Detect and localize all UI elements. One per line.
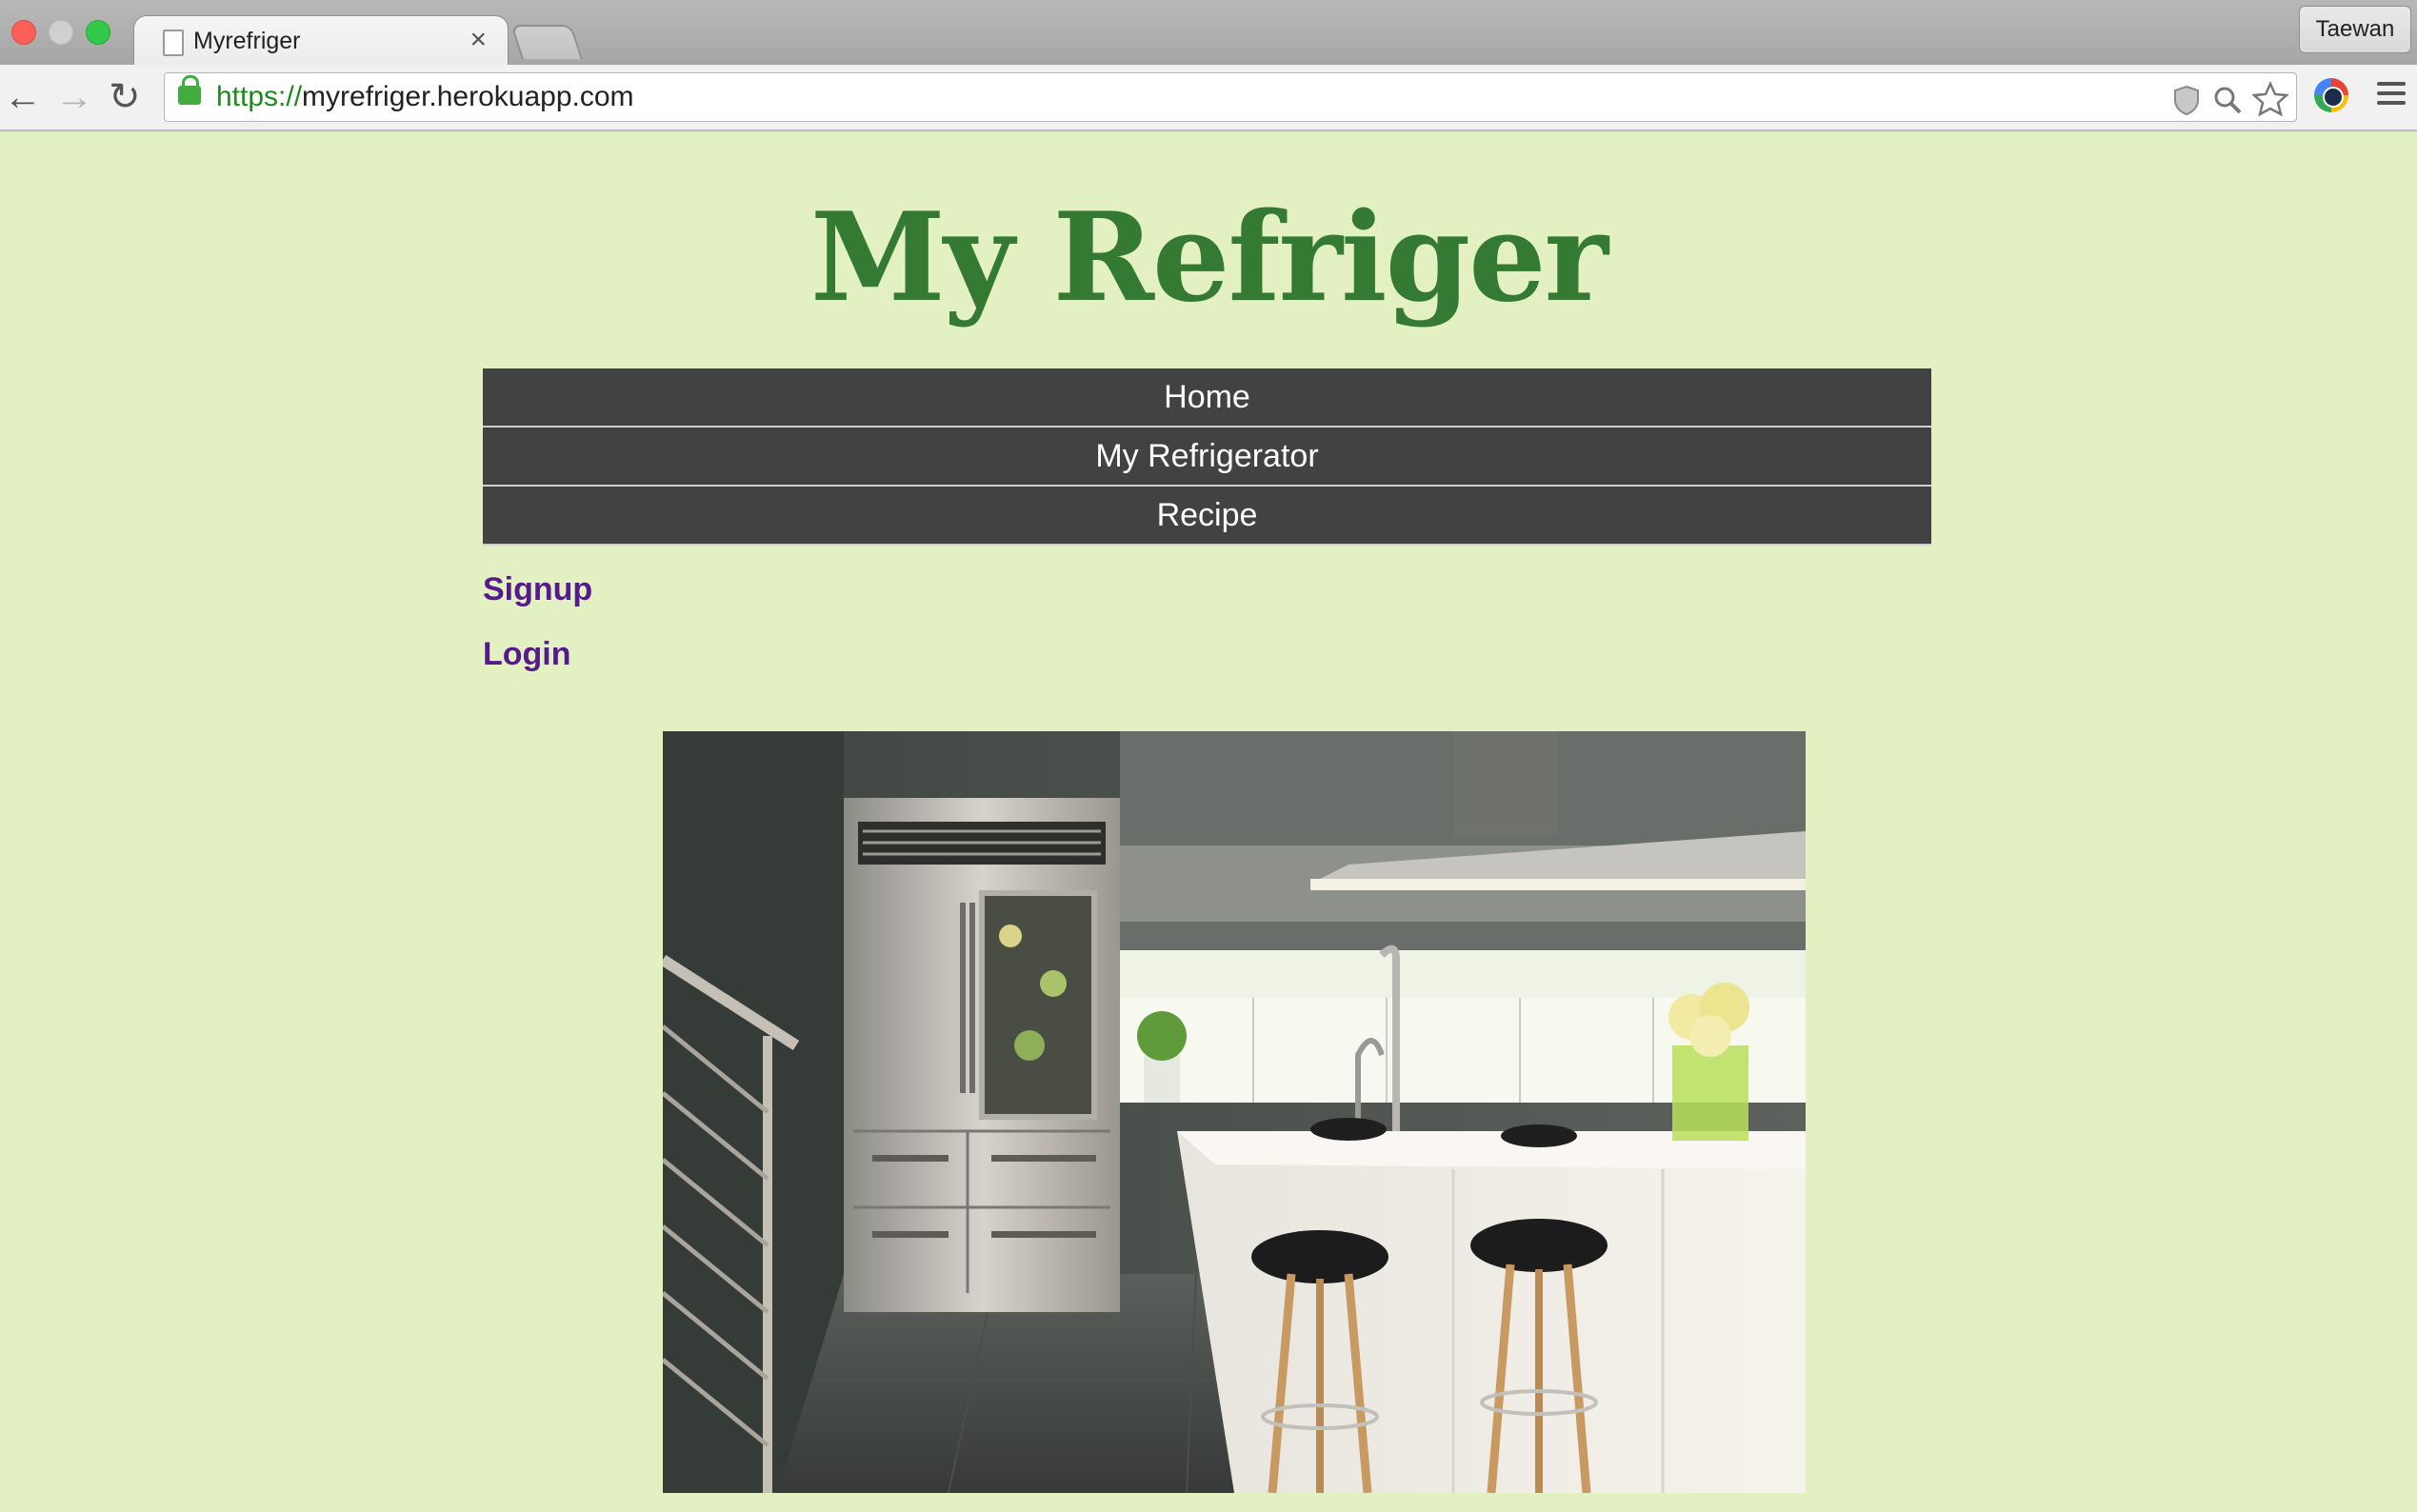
zoom-icon[interactable] (2212, 85, 2243, 115)
window-maximize-button[interactable] (86, 20, 110, 45)
main-nav: Home My Refrigerator Recipe (483, 368, 1931, 546)
back-arrow-icon[interactable]: ← (4, 76, 42, 118)
nav-item-recipe[interactable]: Recipe (483, 487, 1931, 546)
browser-tab[interactable]: Myrefriger × (133, 15, 509, 66)
reload-icon[interactable]: ↻ (109, 76, 141, 118)
browser-toolbar: ← → ↻ https://myrefriger.herokuapp.com (0, 65, 2417, 131)
address-bar[interactable]: https://myrefriger.herokuapp.com (164, 72, 2297, 122)
star-icon[interactable] (2252, 81, 2288, 117)
window-minimize-button[interactable] (49, 20, 73, 45)
login-link[interactable]: Login (483, 636, 571, 673)
window-close-button[interactable] (11, 20, 36, 45)
nav-item-home[interactable]: Home (483, 368, 1931, 428)
kitchen-illustration (663, 731, 1806, 1493)
url-host: myrefriger.herokuapp.com (302, 81, 634, 112)
lock-icon (178, 75, 201, 105)
new-tab-button[interactable] (510, 25, 583, 59)
profile-button[interactable]: Taewan (2299, 6, 2411, 53)
url-text[interactable]: https://myrefriger.herokuapp.com (216, 81, 634, 113)
signup-link[interactable]: Signup (483, 571, 592, 608)
url-scheme: https:// (216, 81, 303, 112)
shield-icon[interactable] (2172, 85, 2201, 115)
tab-close-icon[interactable]: × (469, 24, 487, 56)
tab-title: Myrefriger (193, 28, 301, 54)
window-titlebar: Myrefriger × Taewan (0, 0, 2417, 66)
page-icon (163, 30, 184, 56)
nav-item-my-refrigerator[interactable]: My Refrigerator (483, 428, 1931, 487)
extension-icon[interactable] (2314, 78, 2348, 112)
page-title: My Refriger (810, 187, 1608, 329)
kitchen-image (663, 731, 1806, 1493)
forward-arrow-icon[interactable]: → (55, 76, 93, 118)
menu-icon[interactable] (2377, 82, 2406, 110)
